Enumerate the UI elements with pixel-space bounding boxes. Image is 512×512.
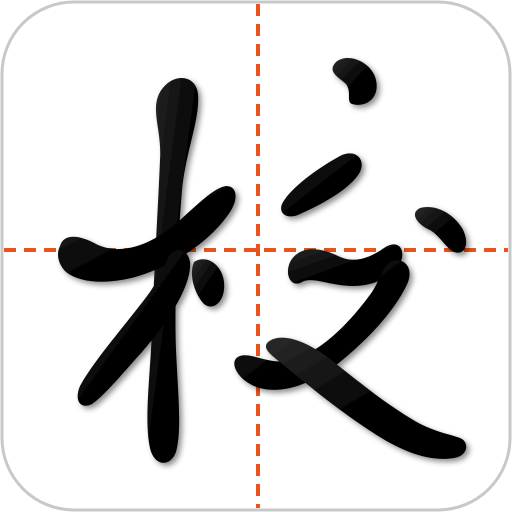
calligraphy-icon-svg [0, 0, 512, 512]
app-icon [0, 0, 512, 512]
